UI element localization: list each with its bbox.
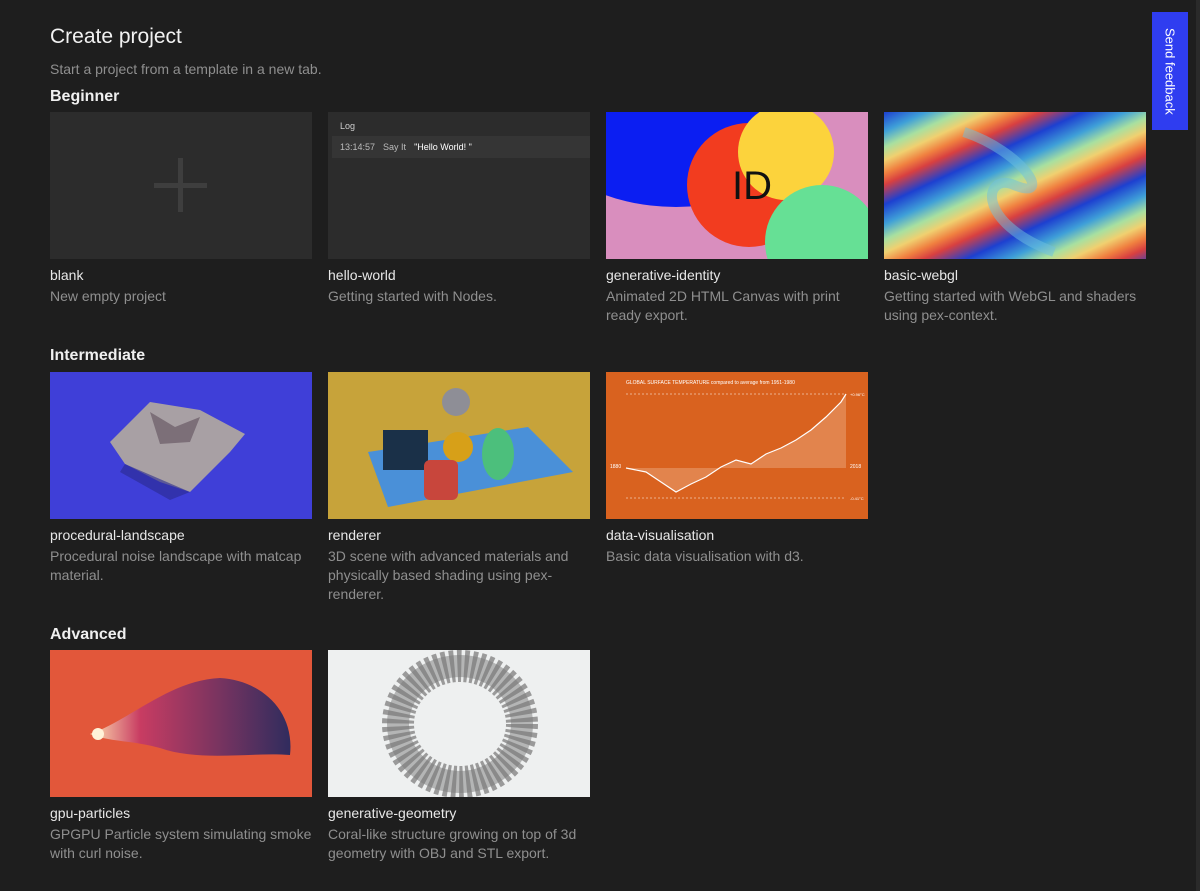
template-card-renderer[interactable]: renderer 3D scene with advanced material… (328, 372, 590, 604)
section-title-advanced: Advanced (50, 626, 127, 643)
intermediate-grid: procedural-landscape Procedural noise la… (50, 372, 868, 604)
template-card-generative-identity[interactable]: ID generative-identity Animated 2D HTML … (606, 112, 868, 325)
template-card-basic-webgl[interactable]: basic-webgl Getting started with WebGL a… (884, 112, 1146, 325)
card-description: Animated 2D HTML Canvas with print ready… (606, 288, 840, 323)
shader-swirl-image (962, 127, 1056, 257)
card-description: Procedural noise landscape with matcap m… (50, 548, 302, 583)
log-time: 13:14:57 (340, 142, 376, 152)
card-name: renderer (328, 527, 381, 543)
renderer-thumbnail (328, 372, 590, 519)
generative-geometry-thumbnail (328, 650, 590, 797)
template-card-gpu-particles[interactable]: gpu-particles GPGPU Particle system simu… (50, 650, 312, 863)
card-name: hello-world (328, 267, 396, 283)
blank-thumbnail (50, 112, 312, 259)
identity-text: ID (732, 164, 772, 208)
gpu-particles-thumbnail (50, 650, 312, 797)
card-description: Coral-like structure growing on top of 3… (328, 826, 577, 861)
log-row: 13:14:57 Say It "Hello World! " (332, 136, 590, 158)
coral-torus-image (382, 650, 538, 797)
card-name: gpu-particles (50, 805, 131, 821)
beginner-grid: blank New empty project Log 13:14:57 Say… (50, 112, 1146, 325)
log-message: "Hello World! " (414, 142, 472, 152)
plus-icon (154, 158, 207, 212)
dataviz-end-year: 2018 (850, 464, 861, 470)
basic-webgl-thumbnail (884, 112, 1146, 259)
landscape-image (110, 402, 245, 500)
card-description: Basic data visualisation with d3. (606, 548, 804, 564)
card-description: New empty project (50, 288, 166, 304)
card-description: GPGPU Particle system simulating smoke w… (50, 826, 312, 861)
page-subtitle: Start a project from a template in a new… (50, 61, 322, 77)
procedural-landscape-thumbnail (50, 372, 312, 519)
template-card-data-visualisation[interactable]: GLOBAL SURFACE TEMPERATURE compared to a… (606, 372, 868, 604)
section-title-intermediate: Intermediate (50, 347, 146, 364)
card-name: generative-geometry (328, 805, 457, 821)
send-feedback-label: Send feedback (1162, 27, 1178, 115)
template-card-procedural-landscape[interactable]: procedural-landscape Procedural noise la… (50, 372, 312, 604)
template-card-generative-geometry[interactable]: generative-geometry Coral-like structure… (328, 650, 590, 863)
render-scene-image (368, 388, 573, 507)
advanced-grid: gpu-particles GPGPU Particle system simu… (50, 650, 590, 863)
template-card-hello-world[interactable]: Log 13:14:57 Say It "Hello World! " hell… (328, 112, 590, 325)
page-title: Create project (50, 25, 182, 48)
generative-identity-thumbnail: ID (606, 112, 868, 259)
dataviz-low: -0.41°C (850, 496, 864, 501)
hello-world-thumbnail: Log 13:14:57 Say It "Hello World! " (328, 112, 590, 259)
log-title: Log (340, 121, 356, 131)
data-visualisation-thumbnail: GLOBAL SURFACE TEMPERATURE compared to a… (606, 372, 868, 519)
card-name: blank (50, 267, 84, 283)
card-name: procedural-landscape (50, 527, 185, 543)
particles-image (90, 678, 291, 756)
card-name: data-visualisation (606, 527, 715, 543)
dataviz-high: +0.96°C (850, 392, 865, 397)
scrollbar-track[interactable] (1196, 0, 1200, 891)
section-title-beginner: Beginner (50, 88, 120, 105)
log-action: Say It (383, 142, 407, 152)
card-description: Getting started with WebGL and shaders u… (884, 288, 1137, 323)
card-name: generative-identity (606, 267, 721, 283)
card-name: basic-webgl (884, 267, 958, 283)
send-feedback-button[interactable]: Send feedback (1152, 12, 1188, 130)
dataviz-start-year: 1880 (610, 464, 621, 470)
temperature-chart-image: GLOBAL SURFACE TEMPERATURE compared to a… (610, 380, 865, 501)
dataviz-title: GLOBAL SURFACE TEMPERATURE compared to a… (626, 380, 795, 386)
card-description: Getting started with Nodes. (328, 288, 497, 304)
card-description: 3D scene with advanced materials and phy… (328, 548, 569, 602)
template-card-blank[interactable]: blank New empty project (50, 112, 312, 325)
